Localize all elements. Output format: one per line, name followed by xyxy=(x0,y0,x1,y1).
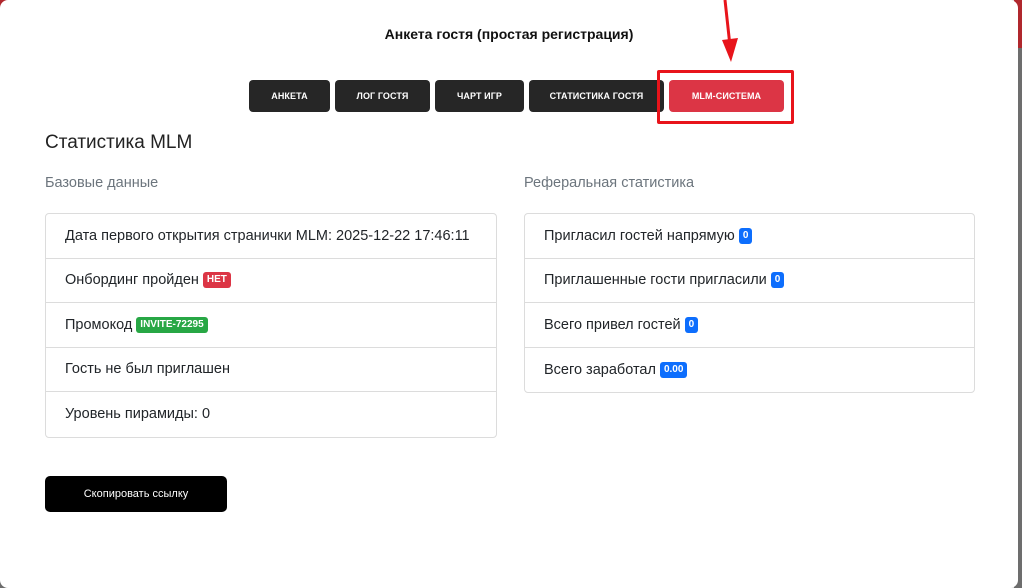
count-badge: 0 xyxy=(770,272,785,289)
tab-guest-stats[interactable]: СТАТИСТИКА ГОСТЯ xyxy=(529,80,664,112)
annotation-arrow-icon xyxy=(722,0,738,62)
list-item-invitees-invited: Приглашенные гости пригласили 0 xyxy=(525,259,974,303)
list-item-promo: Промокод INVITE-72295 xyxy=(46,303,496,348)
tab-bar: АНКЕТА ЛОГ ГОСТЯ ЧАРТ ИГР СТАТИСТИКА ГОС… xyxy=(249,80,784,112)
count-badge: 0 xyxy=(738,227,753,244)
tab-mlm-system[interactable]: MLM-СИСТЕМА xyxy=(669,80,784,112)
list-item-not-invited: Гость не был приглашен xyxy=(46,348,496,392)
promo-code-badge: INVITE-72295 xyxy=(136,316,208,333)
list-item-total-brought: Всего привел гостей 0 xyxy=(525,303,974,348)
list-item-first-open: Дата первого открытия странички MLM: 202… xyxy=(46,214,496,259)
promo-label: Промокод xyxy=(65,316,133,333)
list-item-onboarding: Онбординг пройден НЕТ xyxy=(46,259,496,303)
first-open-text: Дата первого открытия странички MLM: 202… xyxy=(65,227,470,244)
tab-games-chart[interactable]: ЧАРТ ИГР xyxy=(435,80,524,112)
list-item-invited-directly: Пригласил гостей напрямую 0 xyxy=(525,214,974,259)
list-item-total-earned: Всего заработал 0.00 xyxy=(525,348,974,393)
tab-guest-log[interactable]: ЛОГ ГОСТЯ xyxy=(335,80,430,112)
referral-stats-title: Реферальная статистика xyxy=(524,175,695,191)
tab-profile[interactable]: АНКЕТА xyxy=(249,80,330,112)
onboarding-status-badge: НЕТ xyxy=(202,272,231,289)
guest-profile-modal: Анкета гостя (простая регистрация) АНКЕТ… xyxy=(0,0,1018,588)
basic-data-title: Базовые данные xyxy=(45,175,159,191)
pyramid-level-text: Уровень пирамиды: 0 xyxy=(65,406,211,423)
copy-link-button[interactable]: Скопировать ссылку xyxy=(45,476,227,512)
count-badge: 0 xyxy=(684,316,699,333)
basic-data-list: Дата первого открытия странички MLM: 202… xyxy=(45,213,497,438)
total-earned-label: Всего заработал xyxy=(544,361,656,378)
earned-badge: 0.00 xyxy=(659,361,688,378)
referral-stats-list: Пригласил гостей напрямую 0 Приглашенные… xyxy=(524,213,975,393)
total-brought-label: Всего привел гостей xyxy=(544,316,681,333)
invitees-invited-label: Приглашенные гости пригласили xyxy=(544,272,767,289)
invited-directly-label: Пригласил гостей напрямую xyxy=(544,227,735,244)
not-invited-text: Гость не был приглашен xyxy=(65,361,230,378)
onboarding-label: Онбординг пройден xyxy=(65,272,199,289)
section-title: Статистика MLM xyxy=(45,132,193,153)
modal-title: Анкета гостя (простая регистрация) xyxy=(384,26,634,42)
list-item-pyramid-level: Уровень пирамиды: 0 xyxy=(46,392,496,437)
